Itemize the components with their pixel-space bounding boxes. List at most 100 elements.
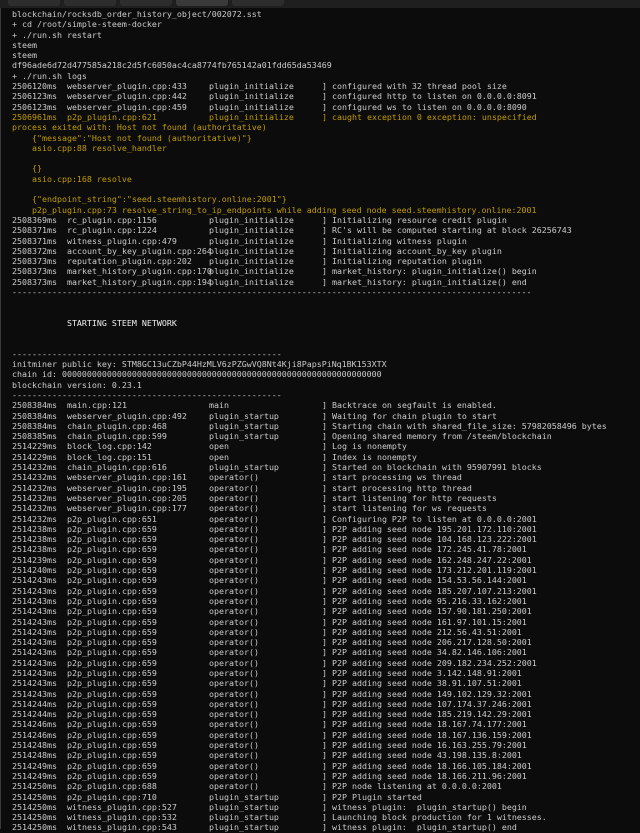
log-msg: ] Starting chain with shared_file_size: … — [322, 420, 607, 431]
log-fn: plugin_initialize — [209, 214, 294, 225]
log-line: 2514243ms p2p_plugin.cpp:659 operator()] P… — [12, 606, 638, 616]
terminal-tab-active[interactable] — [176, 0, 228, 6]
log-src: market_history_plugin.cpp:194 — [67, 276, 212, 287]
log-src: webserver_plugin.cpp:433 — [67, 81, 187, 92]
log-src: block_log.cpp:142 — [67, 441, 152, 452]
log-ts: 2508384ms — [12, 400, 57, 411]
log-fn: plugin_initialize — [209, 225, 294, 236]
separator-line: ----------------------------------------… — [12, 287, 532, 298]
log-src: p2p_plugin.cpp:659 — [67, 575, 157, 586]
log-fn: plugin_startup — [209, 822, 279, 833]
terminal-tab[interactable] — [232, 0, 284, 6]
log-msg: ] configured ws to listen on 0.0.0.0:809… — [322, 101, 527, 112]
log-line: 2514250ms witness_plugin.cpp:532 plugin_st… — [12, 812, 638, 822]
log-fn: plugin_initialize — [209, 91, 294, 102]
log-fn: operator() — [209, 750, 259, 761]
log-line: 2508384ms webserver_plugin.cpp:492 plugin_… — [12, 411, 638, 421]
log-ts: 2514232ms — [12, 513, 57, 524]
info-line: blockchain version: 0.23.1 — [12, 379, 142, 390]
log-src: p2p_plugin.cpp:659 — [67, 719, 157, 730]
log-fn: plugin_initialize — [209, 245, 294, 256]
log-msg: ] Log is nonempty — [322, 441, 407, 452]
terminal-tab[interactable] — [64, 0, 116, 6]
log-ts: 2514232ms — [12, 462, 57, 473]
log-ts: 2514232ms — [12, 492, 57, 503]
log-src: webserver_plugin.cpp:195 — [67, 482, 187, 493]
log-fn: operator() — [209, 781, 259, 792]
log-src: p2p_plugin.cpp:651 — [67, 513, 157, 524]
log-line: 2514238ms p2p_plugin.cpp:659 operator()] P… — [12, 524, 638, 534]
log-ts: 2514239ms — [12, 554, 57, 565]
log-line: 2514232ms p2p_plugin.cpp:651 operator()] C… — [12, 514, 638, 524]
log-ts: 2514244ms — [12, 698, 57, 709]
log-ts: 2508372ms — [12, 245, 57, 256]
log-src: p2p_plugin.cpp:659 — [67, 709, 157, 720]
log-src: p2p_plugin.cpp:659 — [67, 750, 157, 761]
log-fn: operator() — [209, 606, 259, 617]
log-src: block_log.cpp:151 — [67, 451, 152, 462]
log-line: 2508384ms main.cpp:121 main] Backtrace on … — [12, 400, 638, 410]
log-src: webserver_plugin.cpp:442 — [67, 91, 187, 102]
log-ts: 2514250ms — [12, 812, 57, 823]
log-ts: 2514243ms — [12, 637, 57, 648]
log-line: 2514244ms p2p_plugin.cpp:659 operator()] P… — [12, 709, 638, 719]
log-line: 2514243ms p2p_plugin.cpp:659 operator()] P… — [12, 617, 638, 627]
log-msg: ] market_history: plugin_initialize() en… — [322, 276, 527, 287]
log-line: 2514243ms p2p_plugin.cpp:659 operator()] P… — [12, 678, 638, 688]
log-fn: operator() — [209, 719, 259, 730]
separator-line: ----------------------------------------… — [12, 389, 282, 400]
log-fn: plugin_startup — [209, 462, 279, 473]
log-msg: ] Started on blockchain with 95907991 bl… — [322, 462, 542, 473]
log-ts: 2514243ms — [12, 657, 57, 668]
log-ts: 2506123ms — [12, 101, 57, 112]
log-fn: plugin_startup — [209, 801, 279, 812]
log-line: 2514232ms webserver_plugin.cpp:205 operato… — [12, 493, 638, 503]
log-line: 2514250ms p2p_plugin.cpp:688 operator()] P… — [12, 781, 638, 791]
log-ts: 2514249ms — [12, 770, 57, 781]
log-ts: 2506120ms — [12, 81, 57, 92]
log-fn: operator() — [209, 729, 259, 740]
log-msg: ] caught exception 0 exception: unspecif… — [322, 111, 537, 122]
log-msg: ] P2P adding seed node 185.219.142.29:20… — [322, 709, 532, 720]
terminal-tab[interactable] — [8, 0, 60, 6]
log-line: 2508373ms market_history_plugin.cpp:194pl… — [12, 277, 638, 287]
log-msg: ] P2P adding seed node 195.201.172.110:2… — [322, 523, 537, 534]
log-src: p2p_plugin.cpp:659 — [67, 678, 157, 689]
log-line: 2514240ms p2p_plugin.cpp:659 operator()] P… — [12, 565, 638, 575]
log-msg: ] Initializing reputation plugin — [322, 256, 482, 267]
log-src: p2p_plugin.cpp:659 — [67, 647, 157, 658]
log-fn: operator() — [209, 554, 259, 565]
log-msg: ] start processing http thread — [322, 482, 472, 493]
log-fn: plugin_startup — [209, 791, 279, 802]
log-line: 2514243ms p2p_plugin.cpp:659 operator()] P… — [12, 637, 638, 647]
log-fn: plugin_initialize — [209, 81, 294, 92]
exception-line: asio.cpp:88 resolve_handler — [12, 142, 167, 153]
log-ts: 2514232ms — [12, 472, 57, 483]
terminal-tab-bar — [0, 0, 640, 8]
log-msg: ] market_history: plugin_initialize() be… — [322, 266, 537, 277]
log-fn: operator() — [209, 595, 259, 606]
log-ts: 2514243ms — [12, 647, 57, 658]
log-fn: open — [209, 451, 229, 462]
log-fn: operator() — [209, 626, 259, 637]
log-line: 2508371ms witness_plugin.cpp:479 plugin_in… — [12, 236, 638, 246]
log-msg: ] P2P adding seed node 18.167.74.177:200… — [322, 719, 527, 730]
log-line: 2514248ms p2p_plugin.cpp:659 operator()] P… — [12, 740, 638, 750]
log-ts: 2514243ms — [12, 606, 57, 617]
log-line: 2514246ms p2p_plugin.cpp:659 operator()] P… — [12, 730, 638, 740]
terminal-output[interactable]: blockchain/rocksdb_order_history_object/… — [12, 9, 638, 833]
log-src: p2p_plugin.cpp:659 — [67, 760, 157, 771]
log-src: p2p_plugin.cpp:659 — [67, 554, 157, 565]
log-line: 2508369ms rc_plugin.cpp:1156 plugin_initia… — [12, 215, 638, 225]
log-msg: ] P2P adding seed node 16.163.255.79:200… — [322, 740, 527, 751]
log-ts: 2514249ms — [12, 760, 57, 771]
log-src: p2p_plugin.cpp:659 — [67, 544, 157, 555]
terminal-tab[interactable] — [120, 0, 172, 6]
log-ts: 2514243ms — [12, 626, 57, 637]
log-msg: ] start listening for ws requests — [322, 503, 487, 514]
log-msg: ] P2P adding seed node 3.142.148.91:2001 — [322, 668, 522, 678]
info-line: initminer public key: STM8GC13uCZbP44HzM… — [12, 359, 387, 370]
log-src: rc_plugin.cpp:1224 — [67, 225, 157, 236]
log-ts: 2508373ms — [12, 256, 57, 267]
